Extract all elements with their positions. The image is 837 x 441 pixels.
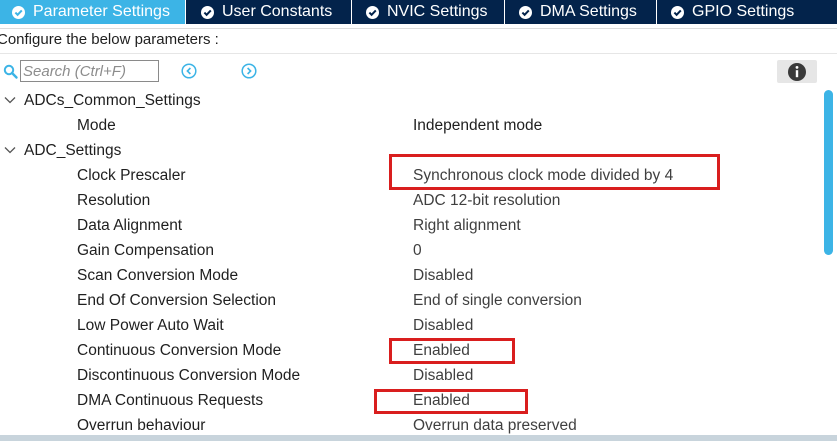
- tab-parameter-settings[interactable]: Parameter Settings: [0, 0, 186, 24]
- tab-label: DMA Settings: [540, 3, 637, 20]
- tab-label: Parameter Settings: [33, 3, 170, 20]
- param-value[interactable]: Enabled: [413, 392, 470, 410]
- tab-label: GPIO Settings: [692, 3, 795, 20]
- param-row-discontinuous-conversion-mode[interactable]: Discontinuous Conversion Mode Disabled: [0, 364, 822, 389]
- param-value[interactable]: Independent mode: [413, 117, 542, 135]
- param-value[interactable]: Disabled: [413, 367, 473, 385]
- check-circle-icon: [519, 5, 532, 19]
- tree-group-adc-settings[interactable]: ADC_Settings: [0, 139, 822, 164]
- tree-group-adcs-common-settings[interactable]: ADCs_Common_Settings: [0, 89, 822, 114]
- configure-label: Configure the below parameters :: [0, 31, 219, 48]
- param-value[interactable]: 0: [413, 242, 422, 260]
- param-value[interactable]: Right alignment: [413, 217, 521, 235]
- param-name: Resolution: [77, 192, 151, 209]
- tab-bar: Parameter Settings User Constants NVIC S…: [0, 0, 837, 24]
- chevron-left-circle-icon: [181, 63, 197, 79]
- tab-user-constants[interactable]: User Constants: [186, 0, 352, 24]
- divider: [0, 28, 837, 29]
- check-circle-icon: [201, 5, 214, 19]
- info-button[interactable]: [777, 60, 817, 83]
- check-circle-icon: [12, 5, 25, 19]
- param-name: Scan Conversion Mode: [77, 267, 239, 284]
- search-icon: [3, 64, 19, 80]
- param-value[interactable]: Overrun data preserved: [413, 417, 577, 435]
- param-name: Continuous Conversion Mode: [77, 342, 282, 359]
- chevron-down-icon[interactable]: [4, 96, 16, 105]
- tab-nvic-settings[interactable]: NVIC Settings: [352, 0, 505, 24]
- chevron-down-icon[interactable]: [4, 146, 16, 155]
- param-row-end-of-conversion-selection[interactable]: End Of Conversion Selection End of singl…: [0, 289, 822, 314]
- search-previous-button[interactable]: [181, 63, 197, 79]
- param-name: Low Power Auto Wait: [77, 317, 224, 334]
- chevron-right-circle-icon: [241, 63, 257, 79]
- param-name: Gain Compensation: [77, 242, 214, 259]
- scrollbar-thumb[interactable]: [824, 90, 833, 255]
- param-row-continuous-conversion-mode[interactable]: Continuous Conversion Mode Enabled: [0, 339, 822, 364]
- parameter-tree: ADCs_Common_Settings Mode Independent mo…: [0, 89, 822, 439]
- group-label: ADC_Settings: [24, 142, 122, 159]
- tab-label: NVIC Settings: [387, 3, 488, 20]
- param-name: End Of Conversion Selection: [77, 292, 277, 309]
- param-value[interactable]: ADC 12-bit resolution: [413, 192, 560, 210]
- param-name: Data Alignment: [77, 217, 183, 234]
- param-name: Overrun behaviour: [77, 417, 206, 434]
- param-name: Discontinuous Conversion Mode: [77, 367, 301, 384]
- param-row-resolution[interactable]: Resolution ADC 12-bit resolution: [0, 189, 822, 214]
- divider: [0, 53, 837, 54]
- param-value[interactable]: Disabled: [413, 267, 473, 285]
- info-icon: [788, 62, 806, 81]
- param-row-clock-prescaler[interactable]: Clock Prescaler Synchronous clock mode d…: [0, 164, 822, 189]
- param-row-scan-conversion-mode[interactable]: Scan Conversion Mode Disabled: [0, 264, 822, 289]
- param-value[interactable]: Disabled: [413, 317, 473, 335]
- param-value[interactable]: End of single conversion: [413, 292, 582, 310]
- tab-gpio-settings[interactable]: GPIO Settings: [657, 0, 811, 24]
- check-circle-icon: [366, 5, 379, 19]
- check-circle-icon: [671, 5, 684, 19]
- param-row-dma-continuous-requests[interactable]: DMA Continuous Requests Enabled: [0, 389, 822, 414]
- param-value[interactable]: Enabled: [413, 342, 470, 360]
- param-name: Clock Prescaler: [77, 167, 186, 184]
- param-row-mode[interactable]: Mode Independent mode: [0, 114, 822, 139]
- param-row-low-power-auto-wait[interactable]: Low Power Auto Wait Disabled: [0, 314, 822, 339]
- parameter-settings-panel: Parameter Settings User Constants NVIC S…: [0, 0, 837, 441]
- param-name: Mode: [77, 117, 116, 134]
- param-name: DMA Continuous Requests: [77, 392, 264, 409]
- tab-label: User Constants: [222, 3, 333, 20]
- search-input[interactable]: [20, 60, 159, 82]
- param-row-gain-compensation[interactable]: Gain Compensation 0: [0, 239, 822, 264]
- group-label: ADCs_Common_Settings: [24, 92, 201, 109]
- param-value[interactable]: Synchronous clock mode divided by 4: [413, 167, 673, 185]
- tab-dma-settings[interactable]: DMA Settings: [505, 0, 657, 24]
- search-next-button[interactable]: [241, 63, 257, 79]
- param-row-data-alignment[interactable]: Data Alignment Right alignment: [0, 214, 822, 239]
- bottom-divider: [0, 435, 837, 441]
